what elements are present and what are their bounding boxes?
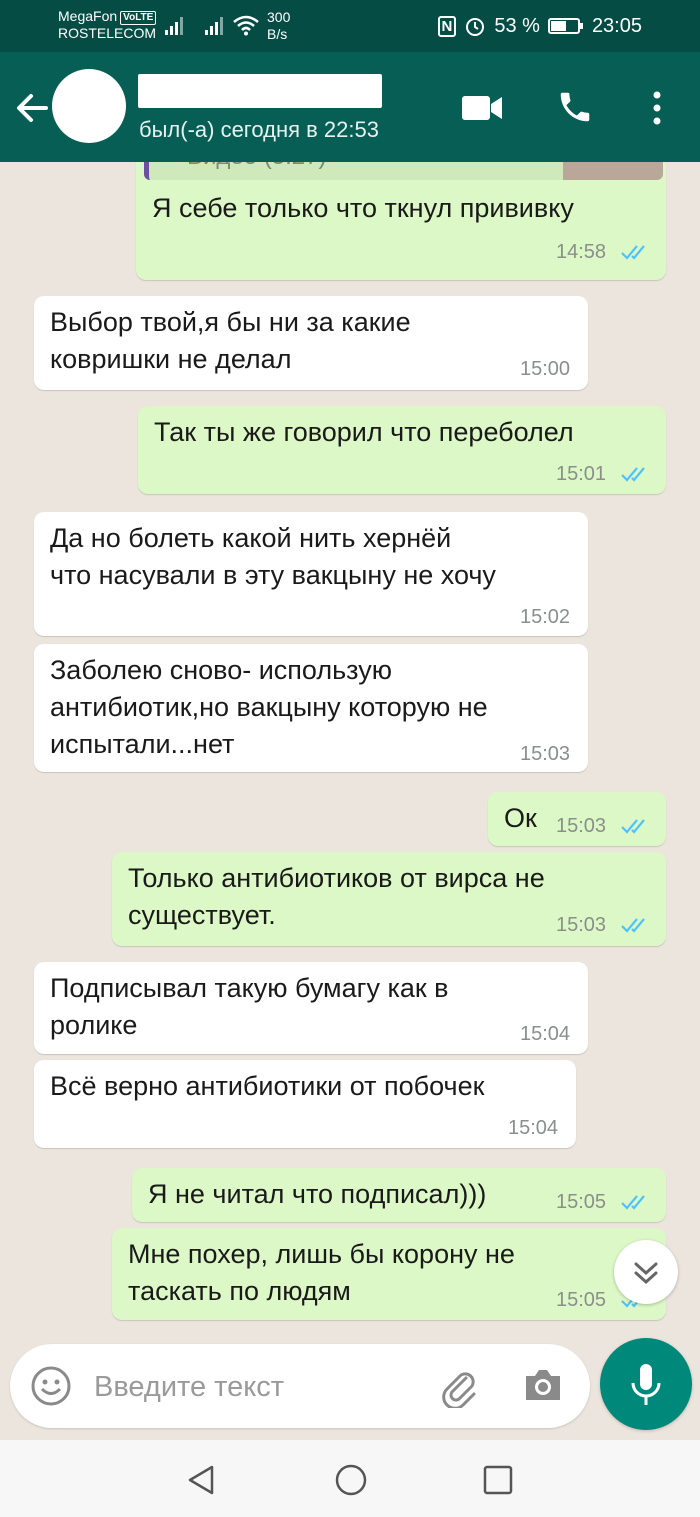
mic-icon [631, 1364, 661, 1405]
read-ticks-icon [621, 1195, 645, 1210]
message-bubble-outgoing[interactable]: Я не читал что подписал))) 15:05 [132, 1168, 666, 1222]
message-time: 15:05 [556, 1289, 607, 1311]
carrier-info: MegaFon VoLTE ROSTELECOM [58, 8, 157, 42]
message-bubble-outgoing[interactable]: Ок 15:03 [488, 792, 666, 846]
attach-icon[interactable] [436, 1364, 480, 1408]
status-bar: MegaFon VoLTE ROSTELECOM 300 B/s N 53 % 2… [0, 0, 700, 52]
read-ticks-icon [621, 918, 645, 933]
signal-strength-2-icon [205, 17, 223, 35]
double-chevron-down-icon [634, 1262, 658, 1285]
message-time: 15:01 [556, 463, 607, 485]
contact-avatar[interactable] [52, 69, 126, 143]
message-text: Всё верно антибиотики от побочек [50, 1071, 485, 1101]
phone-icon[interactable] [556, 88, 594, 126]
back-arrow-icon[interactable] [12, 88, 52, 128]
last-seen-status: был(-а) сегодня в 22:53 [139, 117, 379, 142]
message-time: 15:04 [508, 1117, 559, 1139]
carrier-name-1: MegaFon [58, 8, 118, 24]
message-bubble-incoming[interactable]: Да но болеть какой нить хернёй что насув… [34, 512, 588, 636]
status-right: N 53 % 23:05 [437, 13, 642, 39]
message-time: 15:02 [520, 606, 571, 628]
battery-percent: 53 % [494, 15, 540, 37]
nav-home-icon[interactable] [334, 1463, 368, 1497]
message-bubble-incoming[interactable]: Подписывал такую бумагу как в ролике 15:… [34, 962, 588, 1054]
message-text: Заболею сново- использую антибиотик,но в… [50, 655, 488, 759]
network-speed: 300 B/s [267, 9, 290, 43]
message-time: 14:58 [556, 241, 607, 263]
message-text: Я себе только что ткнул прививку [152, 193, 574, 223]
message-text: Мне похер, лишь бы корону не таскать по … [128, 1239, 515, 1306]
message-text: Так ты же говорил что переболел [154, 417, 574, 447]
contact-name-redacted[interactable] [138, 74, 382, 108]
scroll-to-bottom-button[interactable] [614, 1240, 678, 1304]
nav-recents-icon[interactable] [483, 1465, 513, 1495]
wifi-icon [233, 15, 259, 36]
message-text: Да но болеть какой нить хернёй что насув… [50, 523, 496, 590]
camera-icon[interactable] [522, 1366, 564, 1404]
voice-message-button[interactable] [600, 1338, 692, 1430]
message-bubble-outgoing[interactable]: Мне похер, лишь бы корону не таскать по … [112, 1228, 666, 1320]
message-bubble-incoming[interactable]: Всё верно антибиотики от побочек 15:04 [34, 1060, 576, 1148]
read-ticks-icon [621, 467, 645, 482]
carrier-name-2: ROSTELECOM [58, 25, 157, 41]
system-navigation-bar [0, 1440, 700, 1517]
message-composer [10, 1344, 590, 1428]
network-speed-unit: B/s [267, 26, 288, 42]
message-bubble-outgoing[interactable]: Так ты же говорил что переболел 15:01 [138, 406, 666, 494]
video-call-icon[interactable] [460, 93, 504, 123]
message-time: 15:05 [556, 1191, 607, 1213]
alarm-icon [466, 18, 485, 36]
chat-messages[interactable]: Видео (5:27) Я себе только что ткнул при… [0, 162, 700, 1344]
message-time: 15:03 [556, 914, 607, 936]
volte-badge: VoLTE [120, 11, 157, 25]
chat-header: был(-а) сегодня в 22:53 [0, 52, 700, 162]
message-bubble-incoming[interactable]: Выбор твой,я бы ни за какие ковришки не … [34, 296, 588, 390]
message-text: Ок [504, 803, 537, 833]
read-ticks-icon [621, 819, 645, 834]
message-bubble-incoming[interactable]: Заболею сново- использую антибиотик,но в… [34, 644, 588, 772]
message-bubble-outgoing[interactable]: Только антибиотиков от вирса не существу… [112, 852, 666, 946]
signal-strength-icon [165, 17, 183, 35]
quoted-video-preview[interactable]: Видео (5:27) [144, 162, 663, 180]
message-input[interactable] [92, 1360, 416, 1414]
message-time: 15:04 [520, 1023, 571, 1045]
message-bubble-outgoing[interactable]: Видео (5:27) Я себе только что ткнул при… [136, 162, 666, 280]
video-thumbnail [563, 162, 663, 180]
message-text: Только антибиотиков от вирса не существу… [128, 863, 545, 930]
more-vert-icon[interactable] [650, 90, 664, 126]
read-ticks-icon [621, 245, 645, 260]
emoji-icon[interactable] [30, 1365, 72, 1407]
quoted-video-label: Видео (5:27) [187, 162, 326, 175]
nfc-icon: N [437, 15, 457, 37]
message-text: Я не читал что подписал))) [148, 1179, 487, 1209]
nav-back-icon[interactable] [186, 1464, 216, 1496]
message-text: Подписывал такую бумагу как в ролике [50, 973, 449, 1040]
message-time: 15:00 [520, 358, 571, 380]
network-speed-value: 300 [267, 9, 291, 25]
clock-time: 23:05 [591, 15, 642, 37]
message-time: 15:03 [520, 743, 571, 765]
message-text: Выбор твой,я бы ни за какие ковришки не … [50, 307, 411, 374]
battery-icon [547, 18, 583, 34]
message-time: 15:03 [556, 815, 607, 837]
